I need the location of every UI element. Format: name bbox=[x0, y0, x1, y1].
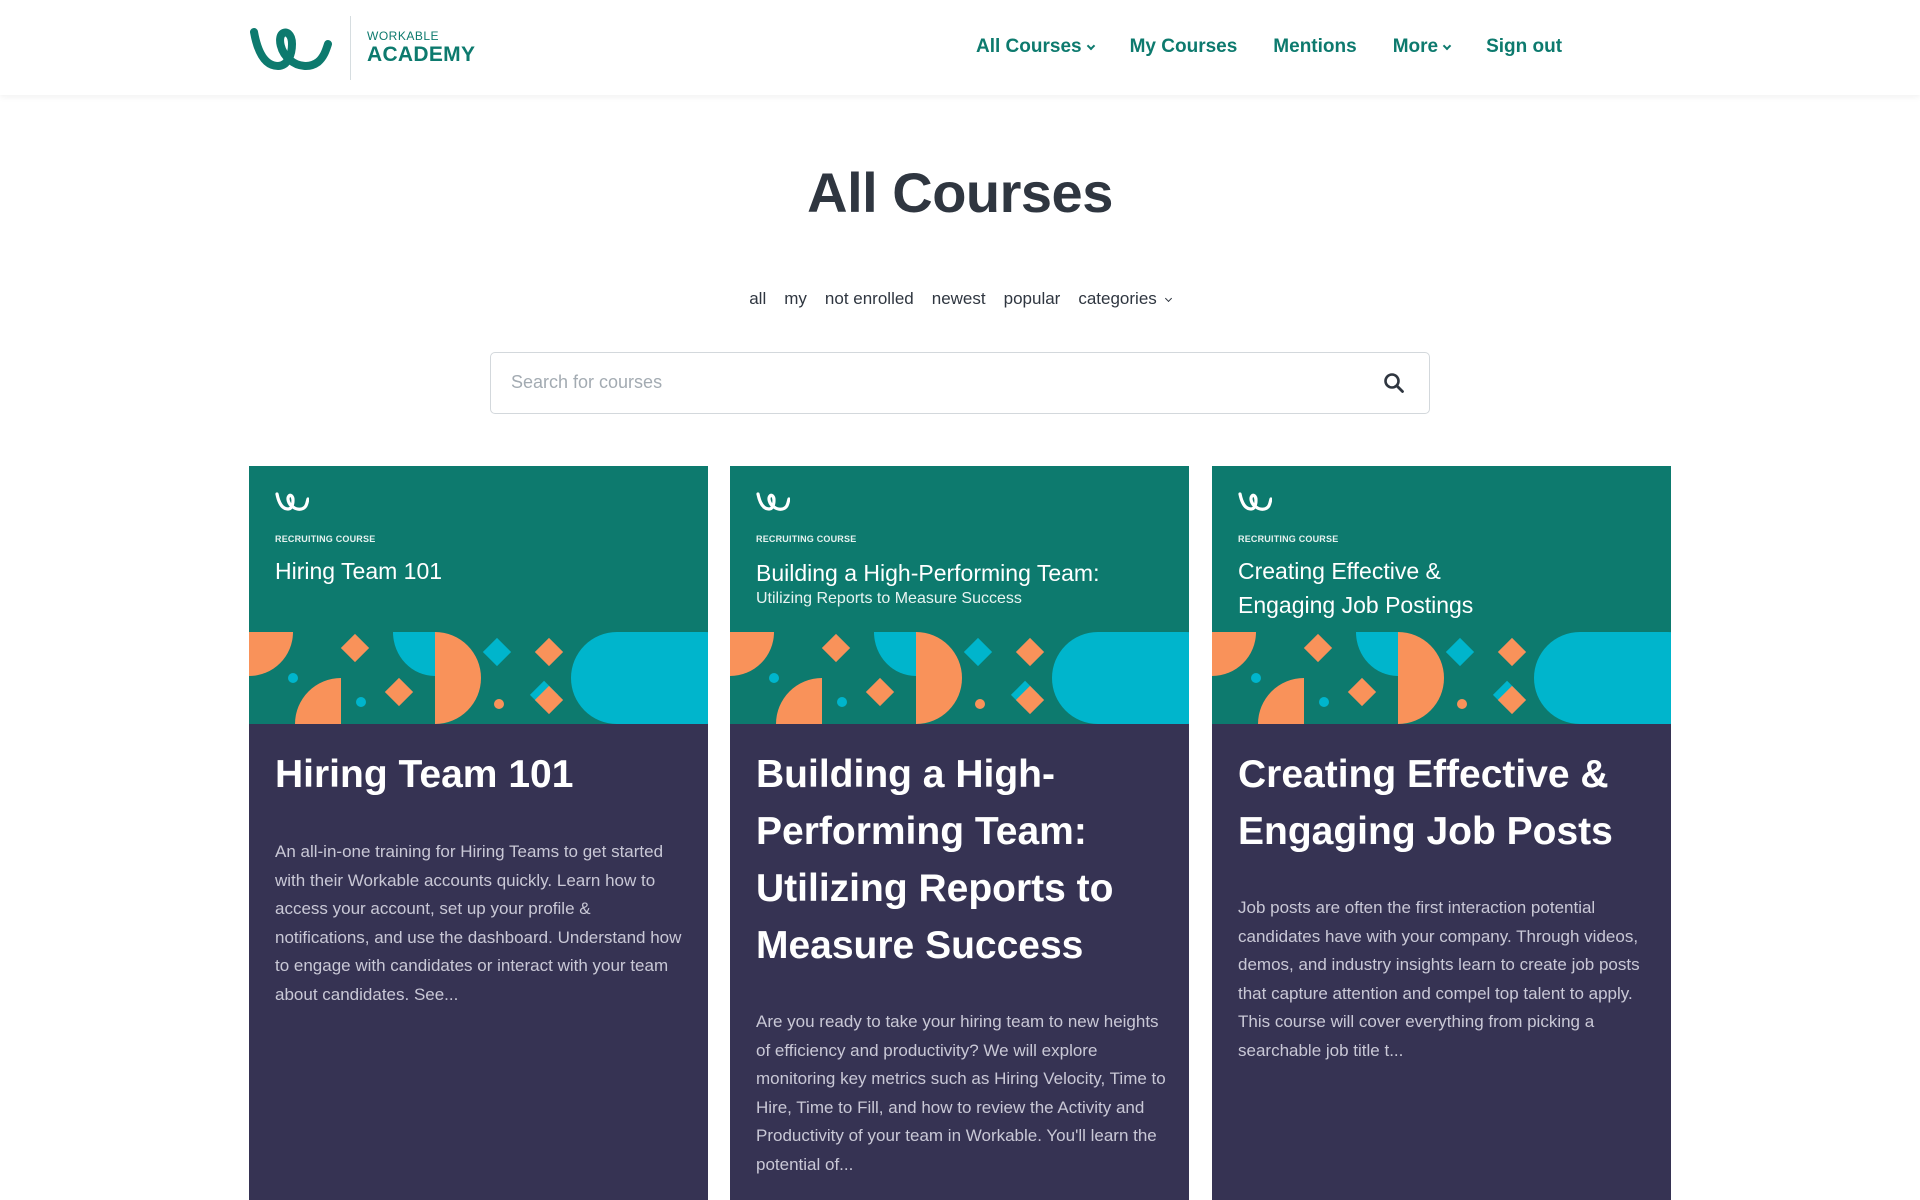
nav-mentions-label: Mentions bbox=[1273, 36, 1357, 57]
course-description: Job posts are often the first interactio… bbox=[1238, 898, 1640, 1060]
workable-logo-icon bbox=[756, 490, 790, 512]
filter-my[interactable]: my bbox=[784, 289, 807, 309]
filter-all[interactable]: all bbox=[749, 289, 766, 309]
banner-title: Hiring Team 101 bbox=[275, 558, 443, 584]
banner-subtitle: Utilizing Reports to Measure Success bbox=[756, 590, 1022, 607]
academy-logo[interactable]: WORKABLE ACADEMY bbox=[248, 16, 475, 80]
course-title[interactable]: Creating Effective & Engaging Job Posts bbox=[1238, 746, 1648, 860]
course-description: An all-in-one training for Hiring Teams … bbox=[275, 842, 682, 1004]
filter-categories[interactable]: categories bbox=[1078, 289, 1172, 309]
course-card[interactable]: RECRUITING COURSE Hiring Team 101 Hiring… bbox=[249, 466, 708, 1200]
banner-tag: RECRUITING COURSE bbox=[1238, 534, 1339, 544]
course-description: Are you ready to take your hiring team t… bbox=[756, 1012, 1166, 1174]
nav-all-courses-label: All Courses bbox=[976, 36, 1082, 57]
banner-title: Creating Effective & Engaging Job Postin… bbox=[1238, 558, 1474, 618]
nav-all-courses[interactable]: All Courses bbox=[976, 36, 1095, 58]
logo-small-text: WORKABLE bbox=[367, 29, 440, 43]
banner-pattern-art bbox=[1212, 632, 1671, 724]
course-filters: all my not enrolled newest popular categ… bbox=[0, 289, 1920, 309]
chevron-down-icon bbox=[1164, 294, 1172, 302]
course-banner: RECRUITING COURSE Creating Effective & E… bbox=[1212, 466, 1671, 724]
chevron-down-icon bbox=[1086, 41, 1095, 51]
logo-big-text: ACADEMY bbox=[367, 43, 476, 66]
course-title[interactable]: Hiring Team 101 bbox=[275, 746, 685, 803]
filter-popular[interactable]: popular bbox=[1004, 289, 1061, 309]
filter-not-enrolled[interactable]: not enrolled bbox=[825, 289, 914, 309]
nav-sign-out-label: Sign out bbox=[1486, 36, 1563, 57]
course-title[interactable]: Building a High-Performing Team: Utilizi… bbox=[756, 746, 1166, 974]
workable-logo-icon bbox=[1238, 490, 1272, 512]
banner-tag: RECRUITING COURSE bbox=[756, 534, 857, 544]
banner-title: Building a High-Performing Team: bbox=[756, 560, 1100, 586]
banner-tag: RECRUITING COURSE bbox=[275, 534, 376, 544]
workable-logo-icon bbox=[250, 28, 332, 70]
workable-logo-icon bbox=[275, 490, 309, 512]
logo-divider bbox=[350, 16, 351, 80]
nav-more[interactable]: More bbox=[1392, 36, 1452, 58]
page-title: All Courses bbox=[807, 161, 1113, 224]
nav-my-courses[interactable]: My Courses bbox=[1130, 36, 1238, 58]
course-banner: RECRUITING COURSE Building a High-Perfor… bbox=[730, 466, 1189, 724]
course-card[interactable]: RECRUITING COURSE Creating Effective & E… bbox=[1212, 466, 1671, 1200]
nav-sign-out[interactable]: Sign out bbox=[1486, 36, 1562, 58]
site-header: WORKABLE ACADEMY All Courses My Courses … bbox=[0, 0, 1920, 95]
search-input[interactable] bbox=[511, 353, 1351, 412]
search-icon[interactable] bbox=[1383, 372, 1405, 394]
banner-pattern-art bbox=[730, 632, 1189, 724]
filter-categories-label: categories bbox=[1078, 289, 1157, 308]
course-card[interactable]: RECRUITING COURSE Building a High-Perfor… bbox=[730, 466, 1189, 1200]
chevron-down-icon bbox=[1442, 41, 1452, 51]
logo-text: WORKABLE ACADEMY bbox=[367, 29, 475, 67]
nav-more-label: More bbox=[1392, 36, 1439, 57]
main-nav: All Courses My Courses Mentions More Sig… bbox=[976, 33, 1562, 61]
nav-mentions[interactable]: Mentions bbox=[1273, 36, 1356, 58]
search-box bbox=[490, 352, 1430, 414]
filter-newest[interactable]: newest bbox=[932, 289, 986, 309]
banner-pattern-art bbox=[249, 632, 708, 724]
nav-my-courses-label: My Courses bbox=[1129, 36, 1238, 57]
course-banner: RECRUITING COURSE Hiring Team 101 bbox=[249, 466, 708, 724]
